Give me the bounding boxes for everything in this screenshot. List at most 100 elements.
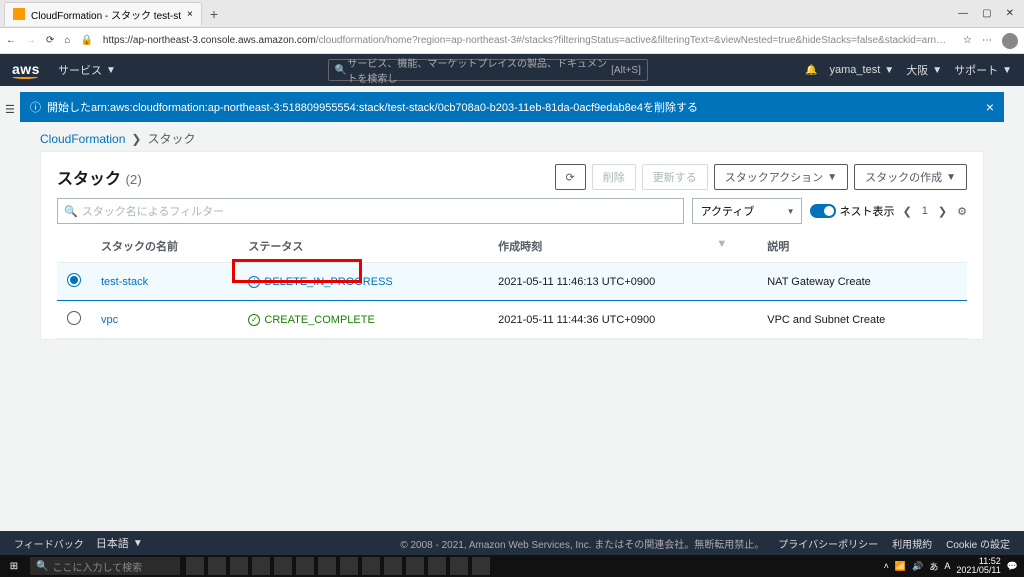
- terms-link[interactable]: 利用規約: [892, 536, 932, 551]
- stack-action-button[interactable]: スタックアクション ▼: [714, 164, 848, 190]
- windows-taskbar: ⊞ 🔍ここに入力して検索 ˄ 📶 🔊 あ A 11:52 2021/05/11 …: [0, 555, 1024, 577]
- menu-icon[interactable]: ⋯: [982, 35, 992, 46]
- privacy-link[interactable]: プライバシーポリシー: [778, 536, 878, 551]
- chevron-right-icon: ❯: [131, 132, 141, 146]
- app-icon[interactable]: [186, 557, 204, 575]
- row-radio[interactable]: [67, 273, 81, 287]
- breadcrumb-root[interactable]: CloudFormation: [40, 132, 125, 146]
- lock-icon: 🔒: [80, 35, 92, 46]
- app-icon[interactable]: [208, 557, 226, 575]
- windows-search[interactable]: 🔍ここに入力して検索: [30, 557, 180, 575]
- cookie-link[interactable]: Cookie の設定: [946, 536, 1010, 551]
- stacks-panel: スタック (2) ⟳ 削除 更新する スタックアクション ▼ スタックの作成 ▼…: [40, 151, 984, 340]
- app-icon[interactable]: [384, 557, 402, 575]
- copyright: © 2008 - 2021, Amazon Web Services, Inc.…: [400, 536, 764, 551]
- desc-cell: VPC and Subnet Create: [757, 301, 967, 339]
- app-icon[interactable]: [472, 557, 490, 575]
- page-title: スタック (2): [57, 165, 142, 189]
- app-icon[interactable]: [274, 557, 292, 575]
- tray-up-icon[interactable]: ˄: [884, 561, 889, 571]
- status-filter-select[interactable]: アクティブ: [692, 198, 802, 224]
- success-icon: ✓: [248, 314, 260, 326]
- delete-button[interactable]: 削除: [592, 164, 636, 190]
- services-menu[interactable]: サービス ▼: [58, 62, 116, 78]
- clock-date[interactable]: 2021/05/11: [956, 566, 1000, 575]
- col-name[interactable]: スタックの名前: [91, 230, 238, 263]
- new-tab-button[interactable]: +: [202, 6, 226, 22]
- url-text[interactable]: https://ap-northeast-3.console.aws.amazo…: [103, 35, 953, 46]
- table-row[interactable]: vpc ✓CREATE_COMPLETE 2021-05-11 11:44:36…: [57, 301, 967, 339]
- refresh-icon[interactable]: ⟳: [46, 35, 54, 46]
- notification-banner: ⓘ 開始したarn:aws:cloudformation:ap-northeas…: [20, 92, 1004, 122]
- refresh-button[interactable]: ⟳: [555, 164, 586, 190]
- browser-urlbar: ← → ⟳ ⌂ 🔒 https://ap-northeast-3.console…: [0, 28, 1024, 54]
- taskbar-apps: [186, 557, 490, 575]
- feedback-link[interactable]: フィードバック: [14, 536, 84, 551]
- window-controls: — ▢ ✕: [958, 8, 1020, 19]
- breadcrumb-current: スタック: [147, 130, 195, 147]
- info-icon: ⓘ: [30, 99, 41, 115]
- wifi-icon[interactable]: 📶: [895, 561, 906, 572]
- favorite-icon[interactable]: ☆: [963, 35, 972, 46]
- app-icon[interactable]: [450, 557, 468, 575]
- browser-tab[interactable]: CloudFormation - スタック test-st ×: [4, 2, 202, 26]
- col-desc[interactable]: 説明: [757, 230, 967, 263]
- aws-header: aws サービス ▼ 🔍 サービス、機能、マーケットプレイスの製品、ドキュメント…: [0, 54, 1024, 86]
- stack-link[interactable]: vpc: [101, 314, 118, 326]
- app-icon[interactable]: [406, 557, 424, 575]
- profile-icon[interactable]: [1002, 33, 1018, 49]
- forward-icon[interactable]: →: [26, 35, 36, 46]
- create-stack-button[interactable]: スタックの作成 ▼: [854, 164, 967, 190]
- toggle-switch-icon[interactable]: [810, 204, 836, 218]
- app-icon[interactable]: [340, 557, 358, 575]
- side-nav-toggle-icon[interactable]: ☰: [2, 100, 18, 119]
- prev-page-icon[interactable]: ❮: [903, 205, 912, 218]
- notifications-icon[interactable]: 💬: [1007, 561, 1018, 572]
- breadcrumb: CloudFormation ❯ スタック: [40, 130, 984, 147]
- start-button[interactable]: ⊞: [0, 561, 28, 572]
- col-status[interactable]: ステータス: [238, 230, 488, 263]
- app-icon[interactable]: [428, 557, 446, 575]
- update-button[interactable]: 更新する: [642, 164, 708, 190]
- bell-icon[interactable]: 🔔: [805, 65, 817, 76]
- search-icon: 🔍: [36, 561, 48, 572]
- col-created[interactable]: 作成時刻 ▼: [488, 230, 757, 263]
- gear-icon[interactable]: ⚙: [957, 205, 967, 218]
- app-icon[interactable]: [362, 557, 380, 575]
- stack-link[interactable]: test-stack: [101, 276, 148, 288]
- app-icon[interactable]: [296, 557, 314, 575]
- minimize-icon[interactable]: —: [958, 8, 968, 19]
- desc-cell: NAT Gateway Create: [757, 263, 967, 301]
- close-tab-icon[interactable]: ×: [187, 9, 193, 20]
- home-icon[interactable]: ⌂: [64, 35, 70, 46]
- aws-search[interactable]: 🔍 サービス、機能、マーケットプレイスの製品、ドキュメントを検索し [Alt+S…: [328, 59, 648, 81]
- ime-mode[interactable]: A: [944, 561, 950, 571]
- created-cell: 2021-05-11 11:44:36 UTC+0900: [488, 301, 757, 339]
- search-icon: 🔍: [64, 205, 78, 218]
- tab-title: CloudFormation - スタック test-st: [31, 7, 181, 22]
- volume-icon[interactable]: 🔊: [912, 561, 923, 572]
- aws-favicon-icon: [13, 8, 25, 20]
- aws-logo-icon[interactable]: aws: [12, 61, 40, 79]
- stack-name-filter[interactable]: 🔍 スタック名によるフィルター: [57, 198, 684, 224]
- close-window-icon[interactable]: ✕: [1006, 8, 1014, 19]
- refresh-icon: ⟳: [566, 171, 575, 184]
- user-menu[interactable]: yama_test ▼: [830, 64, 895, 76]
- ime-indicator[interactable]: あ: [929, 560, 938, 573]
- region-menu[interactable]: 大阪 ▼: [906, 62, 942, 78]
- table-row[interactable]: test-stack iDELETE_IN_PROGRESS 2021-05-1…: [57, 263, 967, 301]
- status-badge: iDELETE_IN_PROGRESS: [248, 276, 478, 288]
- row-radio[interactable]: [67, 311, 81, 325]
- lang-menu[interactable]: 日本語 ▼: [96, 535, 143, 551]
- back-icon[interactable]: ←: [6, 35, 16, 46]
- app-icon[interactable]: [230, 557, 248, 575]
- app-icon[interactable]: [252, 557, 270, 575]
- aws-footer: フィードバック 日本語 ▼ © 2008 - 2021, Amazon Web …: [0, 531, 1024, 555]
- close-icon[interactable]: ×: [986, 99, 994, 115]
- maximize-icon[interactable]: ▢: [982, 8, 991, 19]
- notification-text: 開始したarn:aws:cloudformation:ap-northeast-…: [47, 99, 698, 115]
- nested-view-toggle[interactable]: ネスト表示: [810, 203, 895, 219]
- support-menu[interactable]: サポート ▼: [954, 62, 1012, 78]
- next-page-icon[interactable]: ❯: [938, 205, 947, 218]
- app-icon[interactable]: [318, 557, 336, 575]
